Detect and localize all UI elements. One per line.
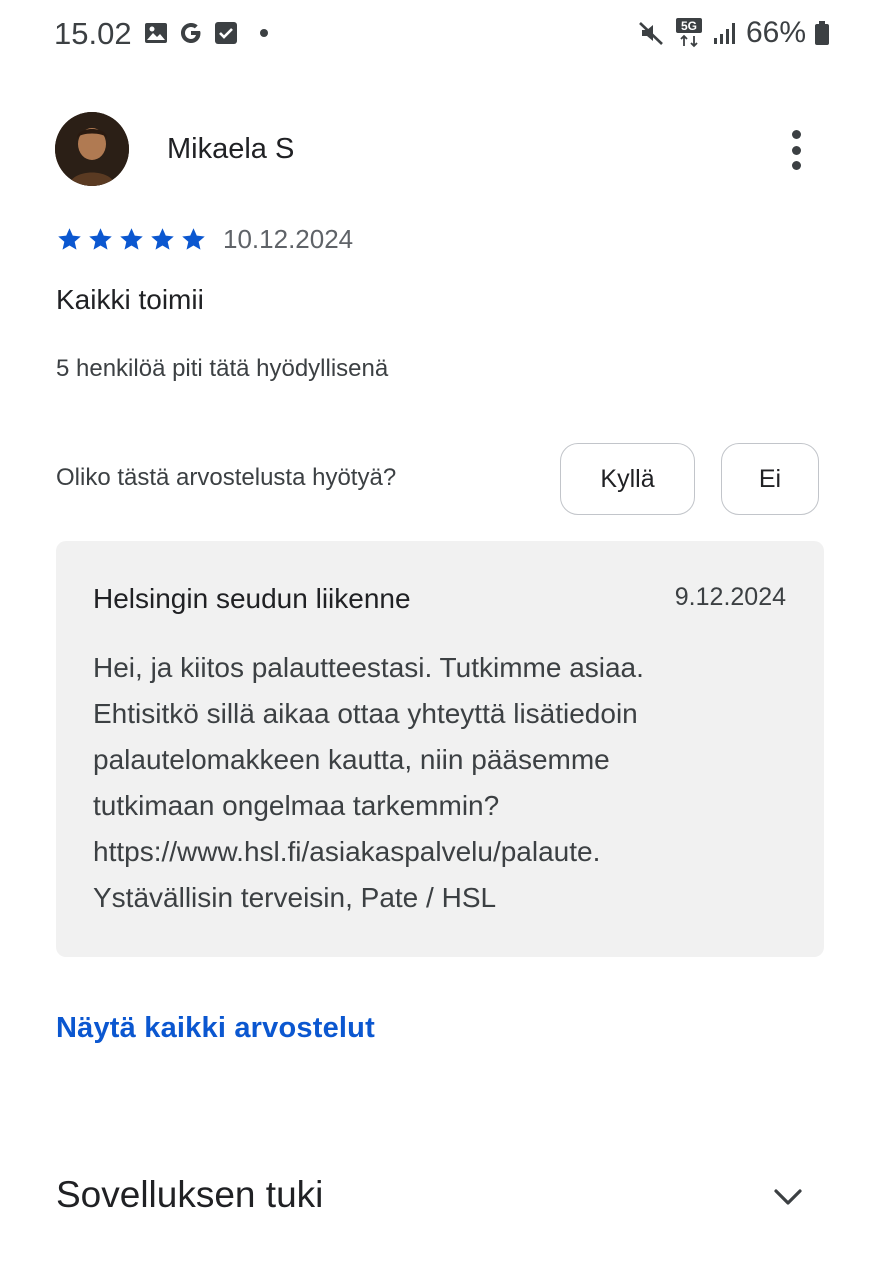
more-options-button[interactable] [776, 126, 816, 174]
status-time: 15.02 [54, 16, 132, 51]
review-header: Mikaela S [55, 112, 294, 186]
status-bar: 15.02 5G 66% [0, 0, 880, 72]
developer-reply: Helsingin seudun liikenne 9.12.2024 Hei,… [56, 541, 824, 957]
helpful-yes-button[interactable]: Kyllä [560, 443, 695, 515]
see-all-reviews-link[interactable]: Näytä kaikki arvostelut [56, 1012, 375, 1045]
more-dot [791, 161, 801, 170]
avatar[interactable] [55, 112, 129, 186]
star-icon [182, 228, 205, 250]
helpful-count: 5 henkilöä piti tätä hyödyllisenä [56, 355, 389, 382]
notification-icons [144, 20, 272, 46]
star-icon [58, 228, 81, 250]
reply-line: palautelomakkeen kautta, niin pääsemme [93, 744, 610, 775]
avatar-image [55, 112, 129, 186]
rating-row: 10.12.2024 [56, 224, 353, 255]
battery-icon [815, 21, 829, 45]
helpful-question: Oliko tästä arvostelusta hyötyä? [56, 464, 397, 491]
review-text: Kaikki toimii [56, 284, 204, 315]
app-support-title[interactable]: Sovelluksen tuki [56, 1174, 323, 1216]
reply-line: Ystävällisin terveisin, Pate / HSL [93, 882, 497, 913]
network-5g-icon: 5G [675, 18, 702, 48]
dot-icon [260, 29, 268, 37]
checkbox-icon [215, 22, 237, 44]
more-dot [791, 130, 801, 139]
review-date: 10.12.2024 [223, 224, 354, 254]
network-label: 5G [681, 19, 697, 33]
reply-line: https://www.hsl.fi/asiakaspalvelu/palaut… [93, 836, 601, 867]
signal-icon [713, 23, 735, 44]
mute-icon [639, 22, 663, 45]
star-icon [120, 228, 143, 250]
more-dot [791, 145, 801, 155]
star-rating [56, 226, 207, 253]
star-icon [89, 228, 112, 250]
helpful-no-button[interactable]: Ei [721, 443, 819, 515]
reply-line: Hei, ja kiitos palautteestasi. Tutkimme … [93, 652, 644, 683]
star-icon [151, 228, 174, 250]
reply-line: Ehtisitkö sillä aikaa ottaa yhteyttä lis… [93, 698, 638, 729]
reply-line: tutkimaan ongelmaa tarkemmin? [93, 790, 500, 821]
status-right: 5G 66% [636, 16, 830, 50]
reviewer-name: Mikaela S [167, 132, 295, 165]
chevron-down-icon[interactable] [770, 1182, 806, 1212]
gallery-icon [145, 23, 167, 43]
developer-name: Helsingin seudun liikenne [93, 583, 411, 614]
google-icon [181, 23, 201, 43]
developer-reply-text: Hei, ja kiitos palautteestasi. Tutkimme … [93, 645, 793, 921]
battery-percent: 66% [745, 16, 806, 49]
developer-reply-date: 9.12.2024 [674, 583, 786, 611]
